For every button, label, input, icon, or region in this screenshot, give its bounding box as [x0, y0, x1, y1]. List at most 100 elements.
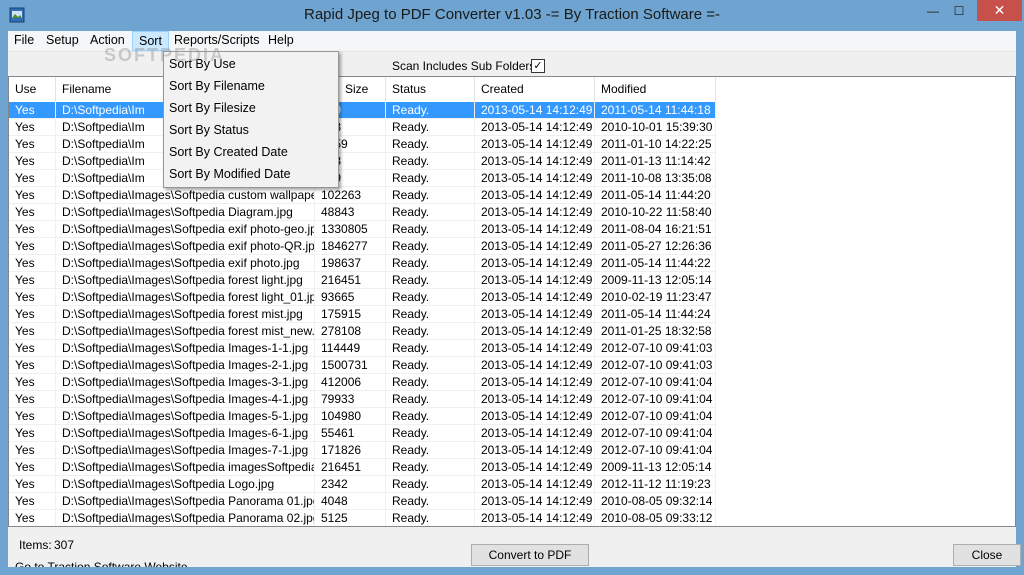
table-row[interactable]: Yes D:\Softpedia\Images\Softpedia Images-…	[9, 442, 1015, 459]
cell-modified: 2010-08-05 09:32:14	[595, 493, 716, 510]
cell-use: Yes	[9, 323, 56, 340]
sort-by-created-date-item[interactable]: Sort By Created Date	[166, 141, 337, 163]
table-row[interactable]: Yes D:\Softpedia\Images\Softpedia Images-…	[9, 357, 1015, 374]
table-row[interactable]: Yes D:\Softpedia\Images\Softpedia Diagram…	[9, 204, 1015, 221]
cell-size: 278108	[315, 323, 386, 340]
cell-created: 2013-05-14 14:12:49	[475, 459, 595, 476]
table-row[interactable]: Yes D:\Softpedia\Images\Softpedia exif ph…	[9, 221, 1015, 238]
cell-size: 93665	[315, 289, 386, 306]
sort-by-status-item[interactable]: Sort By Status	[166, 119, 337, 141]
scan-subfolders-checkbox[interactable]: ✓	[531, 59, 545, 73]
table-row[interactable]: Yes D:\Softpedia\Images\Softpedia Panoram…	[9, 510, 1015, 526]
cell-use: Yes	[9, 425, 56, 442]
cell-use: Yes	[9, 493, 56, 510]
table-row[interactable]: YesD:\Softpedia\Im253Ready.2013-05-14 14…	[9, 153, 1015, 170]
cell-status: Ready.	[386, 204, 475, 221]
cell-use: Yes	[9, 510, 56, 526]
cell-status: Ready.	[386, 102, 475, 119]
cell-use: Yes	[9, 187, 56, 204]
sort-by-modified-date-item[interactable]: Sort By Modified Date	[166, 163, 337, 185]
table-row[interactable]: Yes D:\Softpedia\Images\Softpedia Images-…	[9, 425, 1015, 442]
close-window-button[interactable]: ✕	[977, 0, 1022, 21]
cell-status: Ready.	[386, 238, 475, 255]
cell-size: 412006	[315, 374, 386, 391]
table-row[interactable]: Yes D:\Softpedia\Images\Softpedia Images-…	[9, 374, 1015, 391]
website-link[interactable]: Go to Traction Software Website	[15, 559, 188, 567]
convert-to-pdf-button[interactable]: Convert to PDF	[471, 544, 589, 566]
table-row[interactable]: YesD:\Softpedia\Im709Ready.2013-05-14 14…	[9, 170, 1015, 187]
cell-size: 55461	[315, 425, 386, 442]
cell-created: 2013-05-14 14:12:49	[475, 221, 595, 238]
column-header-use[interactable]: Use	[9, 77, 56, 102]
table-row[interactable]: YesD:\Softpedia\Im1059Ready.2013-05-14 1…	[9, 136, 1015, 153]
table-row[interactable]: Yes D:\Softpedia\Images\Softpedia imagesS…	[9, 459, 1015, 476]
cell-created: 2013-05-14 14:12:49	[475, 425, 595, 442]
table-row[interactable]: Yes D:\Softpedia\Images\Softpedia forest …	[9, 323, 1015, 340]
cell-status: Ready.	[386, 119, 475, 136]
cell-filename: D:\Softpedia\Images\Softpedia Panorama 0…	[56, 493, 315, 510]
cell-modified: 2011-01-13 11:14:42	[595, 153, 716, 170]
cell-filename: D:\Softpedia\Images\Softpedia Images-7-1…	[56, 442, 315, 459]
cell-use: Yes	[9, 306, 56, 323]
table-row[interactable]: YesD:\Softpedia\Im529Ready.2013-05-14 14…	[9, 102, 1015, 119]
table-row[interactable]: YesD:\Softpedia\Im253Ready.2013-05-14 14…	[9, 119, 1015, 136]
cell-size: 104980	[315, 408, 386, 425]
cell-size: 79933	[315, 391, 386, 408]
cell-created: 2013-05-14 14:12:49	[475, 374, 595, 391]
cell-size: 1500731	[315, 357, 386, 374]
cell-use: Yes	[9, 391, 56, 408]
menu-help[interactable]: Help	[262, 31, 300, 51]
table-row[interactable]: Yes D:\Softpedia\Images\Softpedia custom …	[9, 187, 1015, 204]
cell-status: Ready.	[386, 306, 475, 323]
table-row[interactable]: Yes D:\Softpedia\Images\Softpedia Logo.jp…	[9, 476, 1015, 493]
cell-status: Ready.	[386, 323, 475, 340]
sort-by-filesize-item[interactable]: Sort By Filesize	[166, 97, 337, 119]
cell-modified: 2010-10-22 11:58:40	[595, 204, 716, 221]
column-header-status[interactable]: Status	[386, 77, 475, 102]
minimize-button[interactable]: —	[920, 0, 946, 21]
cell-modified: 2012-07-10 09:41:03	[595, 357, 716, 374]
cell-created: 2013-05-14 14:12:49	[475, 170, 595, 187]
table-row[interactable]: Yes D:\Softpedia\Images\Softpedia forest …	[9, 272, 1015, 289]
cell-created: 2013-05-14 14:12:49	[475, 510, 595, 526]
cell-filename: D:\Softpedia\Images\Softpedia exif photo…	[56, 238, 315, 255]
cell-use: Yes	[9, 204, 56, 221]
table-row[interactable]: Yes D:\Softpedia\Images\Softpedia Images-…	[9, 391, 1015, 408]
cell-size: 1846277	[315, 238, 386, 255]
cell-size: 216451	[315, 272, 386, 289]
cell-filename: D:\Softpedia\Images\Softpedia forest mis…	[56, 323, 315, 340]
cell-size: 48843	[315, 204, 386, 221]
cell-status: Ready.	[386, 510, 475, 526]
column-header-created[interactable]: Created	[475, 77, 595, 102]
menu-file[interactable]: File	[8, 31, 40, 51]
table-row[interactable]: Yes D:\Softpedia\Images\Softpedia forest …	[9, 289, 1015, 306]
table-row[interactable]: Yes D:\Softpedia\Images\Softpedia Images-…	[9, 340, 1015, 357]
cell-created: 2013-05-14 14:12:49	[475, 408, 595, 425]
table-row[interactable]: Yes D:\Softpedia\Images\Softpedia Images-…	[9, 408, 1015, 425]
cell-filename: D:\Softpedia\Images\Softpedia forest mis…	[56, 306, 315, 323]
cell-modified: 2012-07-10 09:41:03	[595, 340, 716, 357]
cell-use: Yes	[9, 102, 56, 119]
cell-filename: D:\Softpedia\Images\Softpedia Diagram.jp…	[56, 204, 315, 221]
table-row[interactable]: Yes D:\Softpedia\Images\Softpedia forest …	[9, 306, 1015, 323]
menu-setup[interactable]: Setup	[40, 31, 85, 51]
cell-modified: 2012-11-12 11:19:23	[595, 476, 716, 493]
cell-status: Ready.	[386, 374, 475, 391]
cell-modified: 2010-10-01 15:39:30	[595, 119, 716, 136]
table-row[interactable]: Yes D:\Softpedia\Images\Softpedia Panoram…	[9, 493, 1015, 510]
cell-created: 2013-05-14 14:12:49	[475, 493, 595, 510]
table-row[interactable]: Yes D:\Softpedia\Images\Softpedia exif ph…	[9, 238, 1015, 255]
file-list[interactable]: Use Filename Size Status Created Modifie…	[8, 76, 1016, 527]
maximize-button[interactable]: ☐	[946, 0, 972, 21]
cell-filename: D:\Softpedia\Images\Softpedia custom wal…	[56, 187, 315, 204]
table-header: Use Filename Size Status Created Modifie…	[9, 77, 1015, 102]
close-button[interactable]: Close	[953, 544, 1021, 566]
sort-by-filename-item[interactable]: Sort By Filename	[166, 75, 337, 97]
cell-created: 2013-05-14 14:12:49	[475, 357, 595, 374]
cell-created: 2013-05-14 14:12:49	[475, 187, 595, 204]
table-row[interactable]: Yes D:\Softpedia\Images\Softpedia exif ph…	[9, 255, 1015, 272]
cell-use: Yes	[9, 255, 56, 272]
cell-modified: 2011-05-14 11:44:18	[595, 102, 716, 119]
column-header-modified[interactable]: Modified	[595, 77, 716, 102]
cell-modified: 2012-07-10 09:41:04	[595, 442, 716, 459]
